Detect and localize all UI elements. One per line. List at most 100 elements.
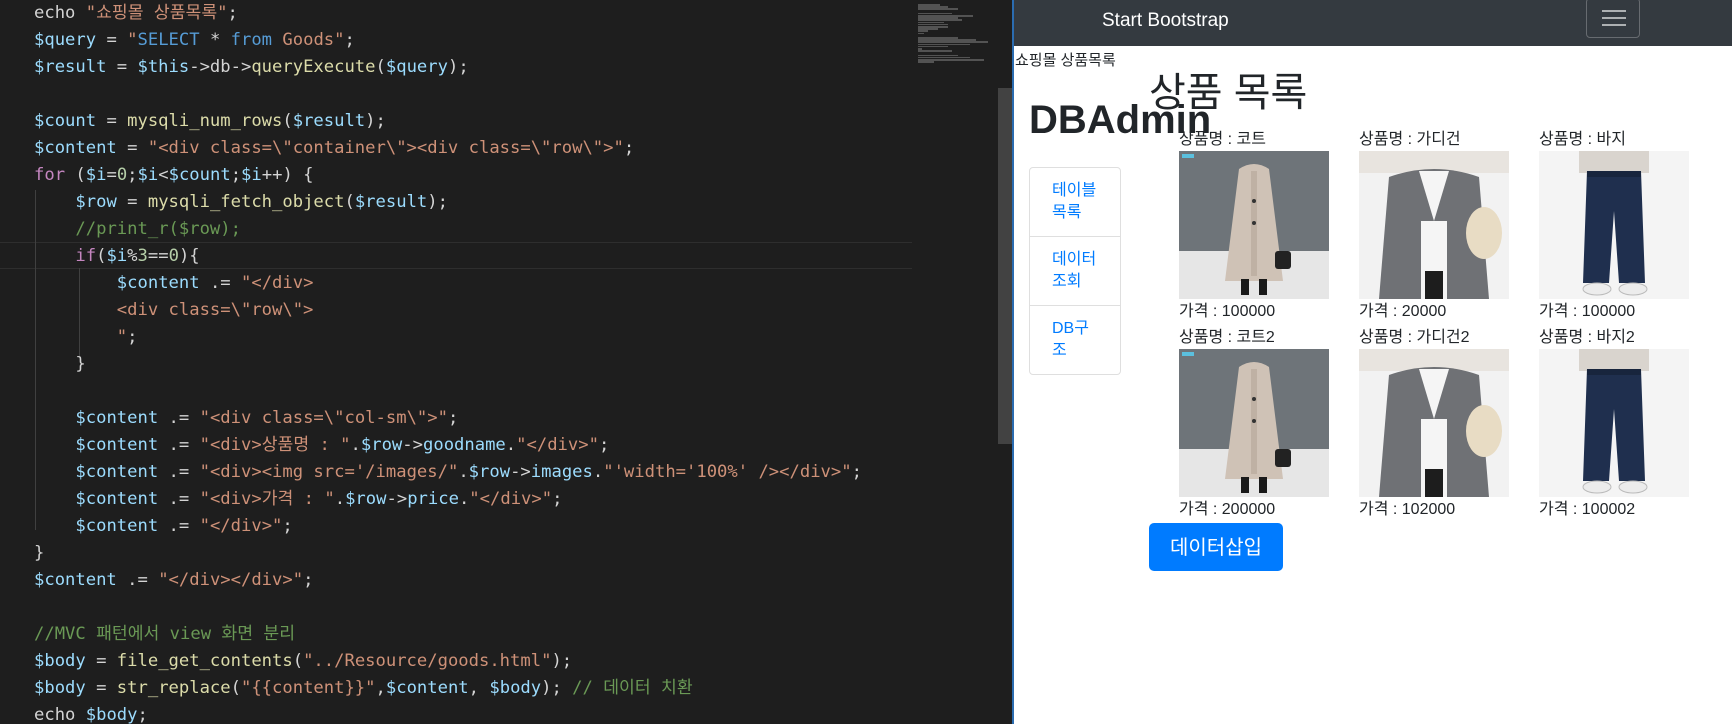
product-card: 상품명 : 바지 가격 : 100000 [1539,130,1695,321]
code-token: = [116,138,148,158]
code-token: for [34,165,66,185]
code-token: $body [34,651,86,671]
code-line[interactable]: echo "쇼핑몰 상품목록"; [34,0,238,27]
code-token: $count [34,111,97,131]
code-token: -> [402,435,423,455]
product-name: 상품명 : 코트 [1179,131,1266,148]
code-line[interactable]: $content .= "<div class=\"col-sm\">"; [34,405,458,432]
code-editor[interactable]: echo "쇼핑몰 상품목록"; $query = "SELECT * from … [0,0,912,724]
minimap-line [918,32,924,35]
code-token: $content [116,273,200,293]
code-token: mysqli_num_rows [127,111,283,131]
product-name: 상품명 : 코트2 [1179,329,1275,346]
code-token: $content [75,435,159,455]
sidebar-item-db-structure[interactable]: DB구조 [1030,306,1120,374]
code-token: $content [34,570,117,590]
code-token: < [158,165,169,185]
product-price: 가격 : 100000 [1539,303,1636,320]
product-price: 가격 : 102000 [1359,501,1456,518]
code-token: Goods" [272,30,345,50]
navbar-brand[interactable]: Start Bootstrap [1102,9,1229,33]
code-token: ( [292,651,304,671]
code-token: ; [598,435,610,455]
code-line[interactable]: $count = mysqli_num_rows($result); [34,108,386,135]
code-token: ; [127,327,138,347]
product-price: 가격 : 100000 [1179,303,1276,320]
code-token: ( [282,111,293,131]
code-token: ; [282,516,293,536]
code-token: ->db-> [189,57,252,77]
code-line[interactable]: echo $body; [34,702,148,724]
code-token: ; [230,165,242,185]
insert-data-button[interactable]: 데이터삽입 [1149,523,1283,571]
code-token: $content [34,138,117,158]
code-line[interactable]: $content .= "<div>상품명 : ".$row->goodname… [34,432,609,459]
code-line[interactable]: $content = "<div class=\"container\"><di… [34,135,634,162]
code-token: ; [303,570,314,590]
navbar: Start Bootstrap [1014,0,1732,46]
product-card: 상품명 : 가디건2 가격 : 102000 [1359,328,1515,519]
minimap[interactable] [912,0,998,724]
code-line[interactable]: $content .= "</div></div>"; [34,567,313,594]
code-line[interactable]: $content .= "<div><img src='/images/".$r… [34,459,862,486]
navbar-toggler-button[interactable] [1586,0,1640,38]
code-token: "<div>가격 : " [199,489,335,509]
code-line[interactable]: $body = file_get_contents("../Resource/g… [34,648,572,675]
code-line[interactable]: //print_r($row); [34,216,241,243]
product-image [1539,151,1689,299]
code-token: % [127,246,138,266]
code-token: " [127,30,138,50]
code-token: = [96,111,128,131]
code-token: mysqli_fetch_object [147,192,345,212]
code-token: = [116,192,148,212]
code-line[interactable]: <div class=\"row\"> [34,297,314,324]
code-token: ; [127,165,138,185]
code-token: $this [137,57,190,77]
code-token: "</div>" [469,489,553,509]
code-token: $i [137,165,159,185]
code-token: ( [230,678,241,698]
code-line[interactable]: } [34,540,44,567]
code-token: .= [158,462,200,482]
code-line[interactable]: for ($i=0;$i<$count;$i++) { [34,162,314,189]
code-token: = [96,30,128,50]
product-card: 상품명 : 가디건 가격 : 20000 [1359,130,1515,321]
code-line[interactable]: $content .= "</div>"; [34,513,293,540]
sidebar-item-table-list[interactable]: 테이블목록 [1030,168,1120,237]
code-token: ); [427,192,448,212]
code-token: from [230,30,273,50]
code-line[interactable]: //MVC 패턴에서 view 화면 분리 [34,621,295,648]
scrollbar-thumb[interactable] [998,88,1012,444]
product-name: 상품명 : 가디건2 [1359,329,1470,346]
code-line[interactable]: "; [34,324,138,351]
code-line[interactable]: } [34,351,86,378]
code-token: "<div><img src='/images/" [199,462,459,482]
code-token: "</div>" [516,435,599,455]
code-line[interactable]: $content .= "<div>가격 : ".$row->price."</… [34,486,562,513]
code-token: $content [75,516,159,536]
code-token: ; [137,705,148,724]
code-token: $query [385,57,448,77]
code-token: -> [386,489,408,509]
code-token: . [458,489,470,509]
code-token: "</div> [241,273,314,293]
product-name: 상품명 : 가디건 [1359,131,1461,148]
code-line[interactable]: $row = mysqli_fetch_object($result); [34,189,448,216]
sidebar-item-data-view[interactable]: 데이터조회 [1030,237,1120,306]
code-line[interactable]: if($i%3==0){ [34,243,199,270]
code-line[interactable]: $query = "SELECT * from Goods"; [34,27,355,54]
code-line[interactable]: $body = str_replace("{{content}}",$conte… [34,675,693,702]
code-token: queryExecute [251,57,376,77]
code-token: images [530,462,593,482]
sidebar-list-group: 테이블목록 데이터조회 DB구조 [1029,167,1121,375]
code-line[interactable]: $content .= "</div> [34,270,314,297]
code-token: echo [34,3,86,23]
code-line[interactable]: $result = $this->db->queryExecute($query… [34,54,469,81]
code-token: } [34,354,86,374]
